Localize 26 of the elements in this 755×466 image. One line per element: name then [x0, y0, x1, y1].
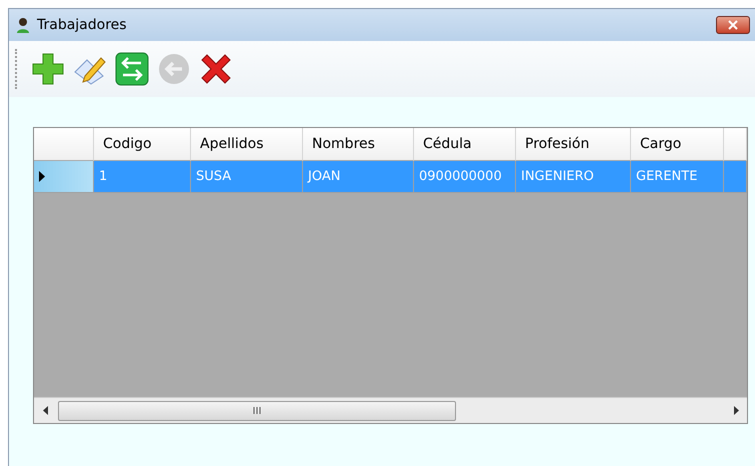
right-triangle-icon [734, 406, 738, 415]
swap-button[interactable] [113, 50, 151, 88]
column-header[interactable]: Profesión [516, 128, 631, 161]
window-title: Trabajadores [37, 17, 128, 33]
close-icon [728, 20, 738, 30]
table-cell: SUSA [191, 161, 303, 193]
scrollbar-thumb[interactable] [58, 400, 456, 420]
column-header[interactable]: Cargo [631, 128, 724, 161]
table-cell: JOAN [303, 161, 414, 193]
table-cell: GERENTE [631, 161, 724, 193]
column-header[interactable]: Cédula [414, 128, 516, 161]
person-icon [15, 17, 31, 33]
left-triangle-icon [42, 406, 48, 415]
close-icon [199, 52, 233, 86]
table-cell: INGENIERO [516, 161, 631, 193]
table-cell: 0900000000 [414, 161, 516, 193]
plus-icon [31, 52, 65, 86]
column-header[interactable]: Apellidos [191, 128, 303, 161]
close-button[interactable] [716, 16, 750, 34]
current-row-icon [39, 171, 45, 182]
column-header[interactable]: Codigo [94, 128, 191, 161]
swap-arrows-icon [115, 52, 149, 86]
column-header[interactable]: Nombres [303, 128, 414, 161]
horizontal-scrollbar[interactable] [34, 397, 747, 423]
column-header[interactable] [724, 128, 747, 161]
table-cell: 1 [94, 161, 191, 193]
